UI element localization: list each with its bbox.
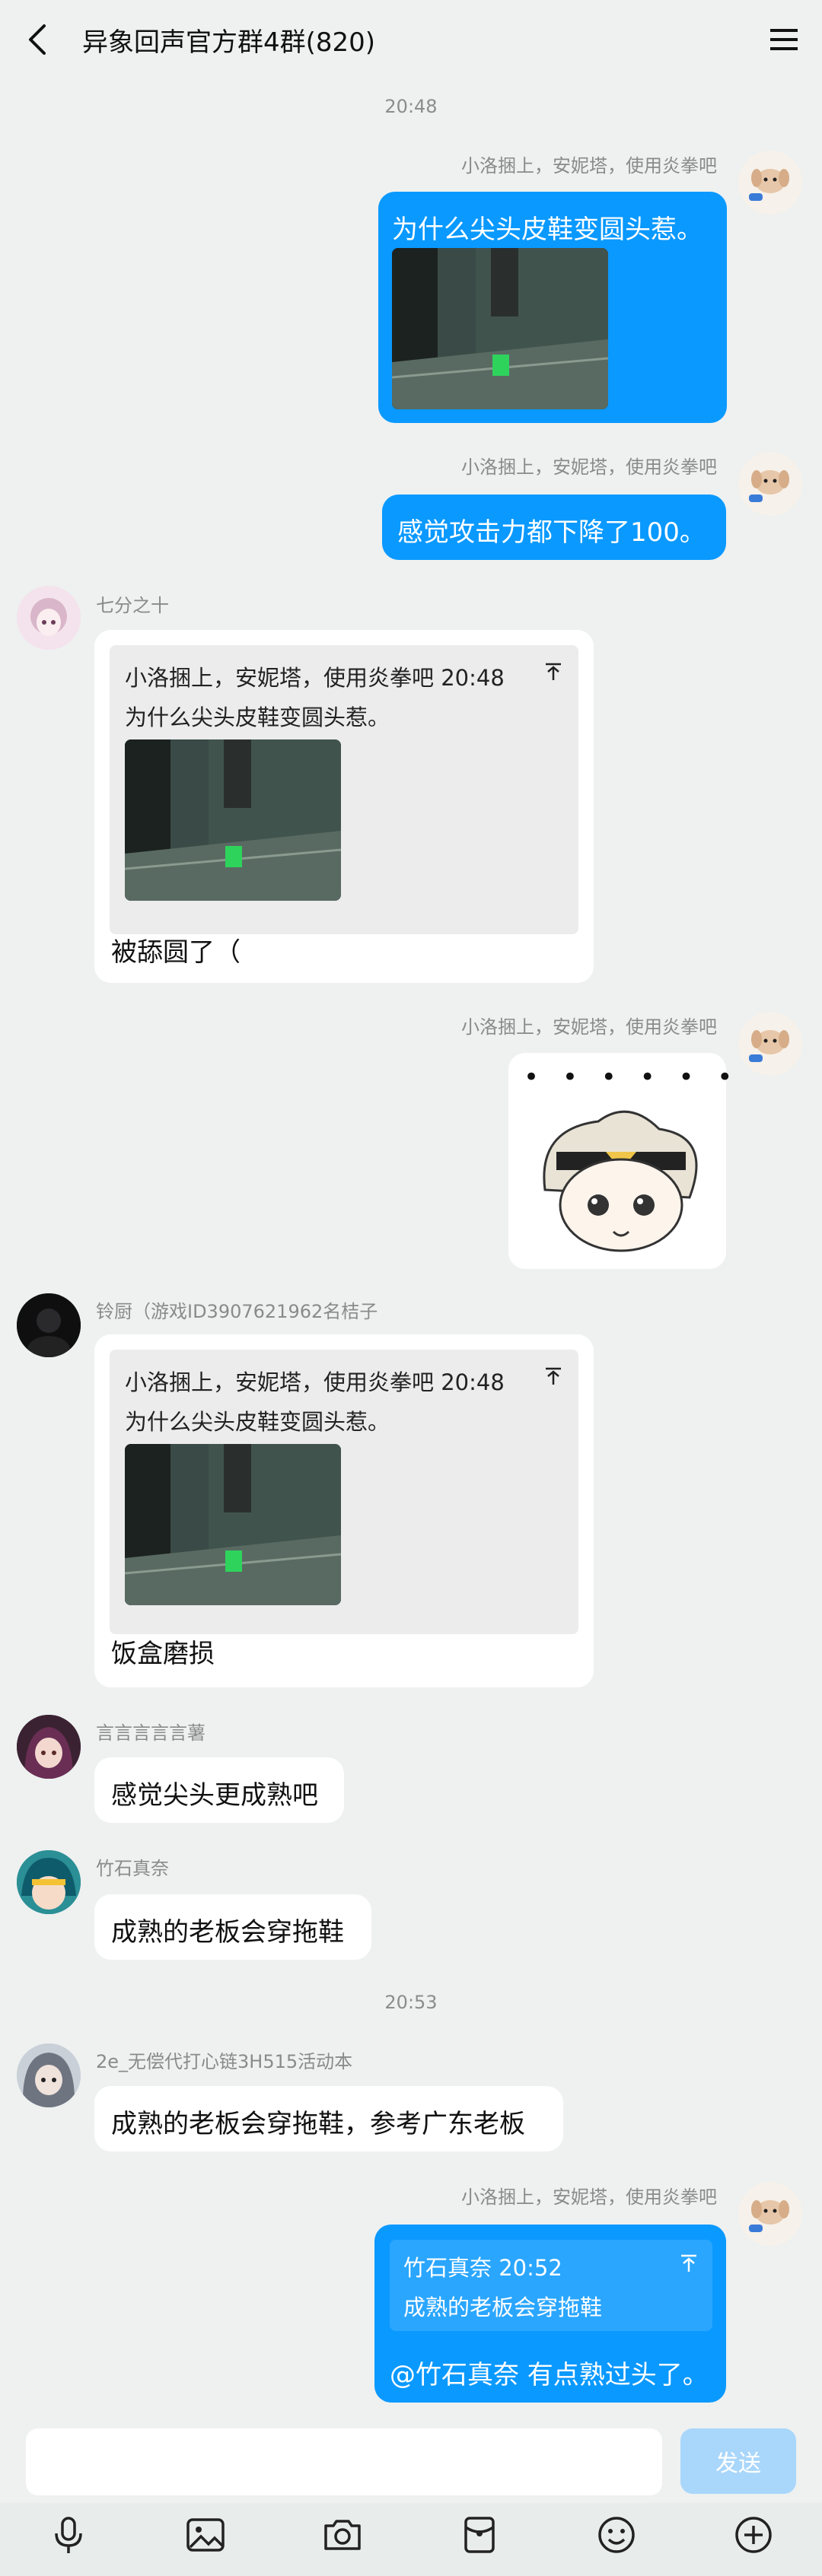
message-bubble[interactable]: 成熟的老板会穿拖鞋，参考广东老板	[94, 2086, 563, 2151]
sender-nickname: 小洛捆上，安妮塔，使用炎拳吧	[461, 155, 717, 177]
sender-nickname: 小洛捆上，安妮塔，使用炎拳吧	[461, 2186, 717, 2208]
message-text: 感觉攻击力都下降了100。	[397, 517, 706, 548]
send-button[interactable]: 发送	[680, 2428, 796, 2494]
pin-icon	[681, 2254, 696, 2272]
message-bubble[interactable]: 感觉尖头更成熟吧	[94, 1757, 344, 1823]
quoted-photo[interactable]	[125, 1444, 341, 1605]
message-bubble[interactable]: 为什么尖头皮鞋变圆头惹。	[378, 192, 727, 423]
message-text: 感觉尖头更成熟吧	[111, 1780, 318, 1811]
dog-avatar-icon	[738, 151, 802, 215]
message-text: @竹石真奈 有点熟过头了。	[390, 2360, 709, 2390]
quote-header: 小洛捆上，安妮塔，使用炎拳吧 20:48	[125, 1369, 505, 1395]
sender-nickname: 七分之十	[96, 595, 169, 616]
red-packet-icon[interactable]	[458, 2514, 501, 2556]
avatar[interactable]	[17, 1850, 81, 1914]
dog-avatar-icon	[738, 452, 802, 516]
photo-image	[125, 739, 341, 901]
photo-image	[125, 1444, 341, 1605]
image-icon[interactable]	[184, 2514, 227, 2556]
purple-hair-avatar-icon	[17, 1715, 81, 1779]
sender-nickname: 2e_无偿代打心链3H515活动本	[96, 2051, 353, 2072]
quote-text: 成熟的老板会穿拖鞋	[403, 2295, 603, 2320]
message-bubble[interactable]: 感觉攻击力都下降了100。	[382, 495, 726, 560]
timestamp: 20:53	[384, 1992, 438, 2013]
shared-photo[interactable]	[392, 248, 608, 409]
dog-avatar-icon	[738, 2182, 802, 2246]
avatar[interactable]	[738, 2182, 802, 2246]
chat-header: 异象回声官方群4群(820)	[0, 0, 822, 79]
chat-title: 异象回声官方群4群(820)	[82, 27, 376, 58]
message-bubble[interactable]: 成熟的老板会穿拖鞋	[94, 1894, 371, 1960]
timestamp: 20:48	[384, 96, 438, 117]
sender-nickname: 小洛捆上，安妮塔，使用炎拳吧	[461, 456, 717, 478]
avatar[interactable]	[738, 1012, 802, 1076]
message-text: 为什么尖头皮鞋变圆头惹。	[392, 215, 703, 245]
quoted-photo[interactable]	[125, 739, 341, 901]
anime-girl-avatar-icon	[17, 586, 81, 650]
camera-icon[interactable]	[321, 2514, 364, 2556]
quote-text: 为什么尖头皮鞋变圆头惹。	[125, 704, 390, 730]
avatar[interactable]	[17, 1293, 81, 1357]
teal-hair-avatar-icon	[17, 1850, 81, 1914]
message-text: 饭盒磨损	[111, 1639, 215, 1669]
message-bubble[interactable]: 小洛捆上，安妮塔，使用炎拳吧 20:48 为什么尖头皮鞋变圆头惹。 饭盒磨损	[94, 1334, 594, 1687]
silver-hair-avatar-icon	[17, 2043, 81, 2107]
sticker-message[interactable]: • • • • • •	[508, 1053, 732, 1269]
avatar[interactable]	[738, 452, 802, 516]
sender-nickname: 竹石真奈	[96, 1858, 169, 1879]
message-text: 成熟的老板会穿拖鞋，参考广东老板	[111, 2109, 525, 2139]
quote-text: 为什么尖头皮鞋变圆头惹。	[125, 1409, 390, 1435]
quoted-message[interactable]: 小洛捆上，安妮塔，使用炎拳吧 20:48 为什么尖头皮鞋变圆头惹。	[110, 645, 578, 934]
sticker-dots: • • • • • •	[524, 1062, 741, 1092]
message-text: 被舔圆了（	[111, 937, 241, 968]
photo-image	[392, 248, 608, 409]
quoted-message[interactable]: 小洛捆上，安妮塔，使用炎拳吧 20:48 为什么尖头皮鞋变圆头惹。	[110, 1350, 578, 1634]
chevron-left-icon[interactable]	[23, 23, 53, 56]
sender-nickname: 言言言言言薯	[96, 1722, 206, 1744]
sender-nickname: 小洛捆上，安妮塔，使用炎拳吧	[461, 1016, 717, 1038]
message-bubble[interactable]: 竹石真奈 20:52 成熟的老板会穿拖鞋 @竹石真奈 有点熟过头了。	[374, 2225, 726, 2403]
hamburger-menu-icon[interactable]	[769, 26, 799, 53]
message-input[interactable]	[26, 2428, 662, 2495]
pin-icon	[546, 663, 561, 680]
quote-header: 小洛捆上，安妮塔，使用炎拳吧 20:48	[125, 665, 505, 691]
emoji-icon[interactable]	[595, 2514, 638, 2556]
sender-nickname: 铃厨（游戏ID3907621962名桔子	[96, 1301, 378, 1322]
pin-icon	[546, 1367, 561, 1385]
input-bar: 发送	[0, 2416, 822, 2495]
message-text: 成熟的老板会穿拖鞋	[111, 1917, 344, 1948]
avatar[interactable]	[17, 1715, 81, 1779]
microphone-icon[interactable]	[47, 2514, 90, 2556]
avatar[interactable]	[738, 151, 802, 215]
plus-icon[interactable]	[732, 2514, 775, 2556]
avatar[interactable]	[17, 586, 81, 650]
chibi-sticker-image	[543, 1110, 698, 1252]
quoted-message[interactable]: 竹石真奈 20:52 成熟的老板会穿拖鞋	[390, 2240, 712, 2331]
input-toolbar	[0, 2503, 822, 2576]
avatar[interactable]	[17, 2043, 81, 2107]
dog-avatar-icon	[738, 1012, 802, 1076]
dark-character-avatar-icon	[17, 1293, 81, 1357]
quote-header: 竹石真奈 20:52	[403, 2255, 562, 2281]
message-bubble[interactable]: 小洛捆上，安妮塔，使用炎拳吧 20:48 为什么尖头皮鞋变圆头惹。 被舔圆了（	[94, 630, 594, 983]
